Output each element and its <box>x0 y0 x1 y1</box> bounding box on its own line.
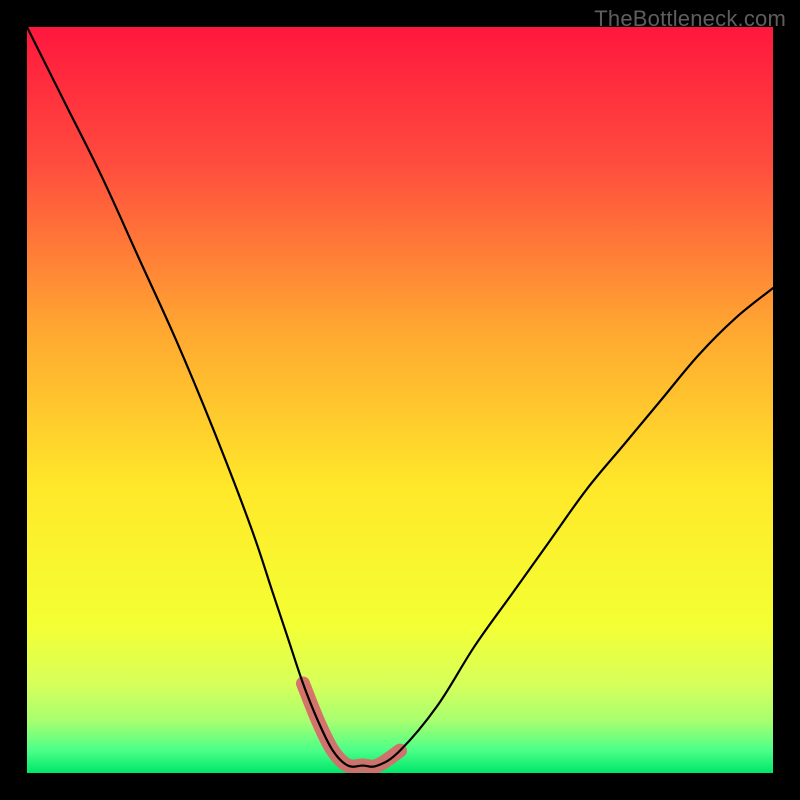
chart-frame: TheBottleneck.com <box>0 0 800 800</box>
watermark-text: TheBottleneck.com <box>594 6 786 32</box>
bottleneck-chart-svg <box>27 27 773 773</box>
plot-area <box>27 27 773 773</box>
